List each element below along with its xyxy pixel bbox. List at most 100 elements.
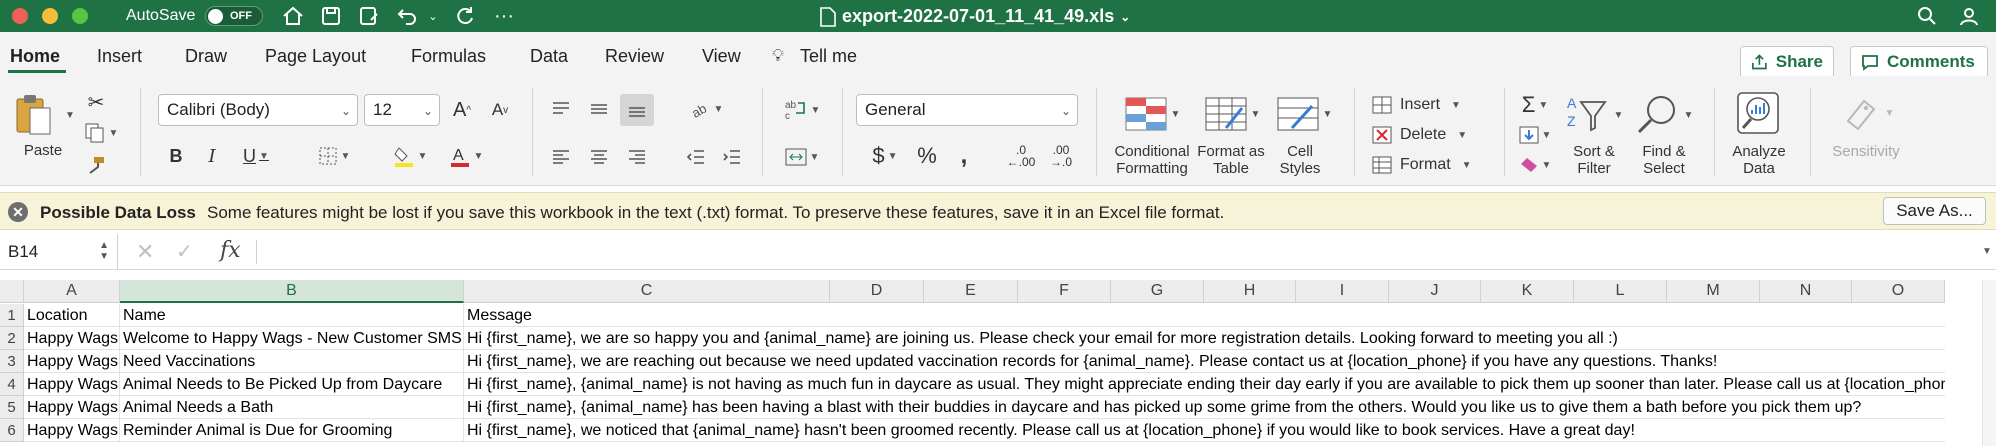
cell-name[interactable]: Animal Needs a Bath xyxy=(120,396,464,419)
zoom-window-button[interactable] xyxy=(72,8,88,24)
save-icon[interactable] xyxy=(318,4,344,28)
conditional-formatting-button[interactable]: ▼ xyxy=(1118,94,1186,134)
increase-indent-icon[interactable] xyxy=(718,144,746,170)
format-cells-button[interactable]: Format ▼ xyxy=(1372,152,1496,178)
paste-button[interactable] xyxy=(12,92,54,136)
cell-location[interactable]: Happy Wags xyxy=(24,396,120,419)
tab-home[interactable]: Home xyxy=(10,46,60,67)
clear-icon[interactable]: ▼ xyxy=(1512,152,1558,178)
decrease-font-size-icon[interactable]: Av xyxy=(486,96,514,124)
decrease-indent-icon[interactable] xyxy=(682,144,710,170)
select-all-corner[interactable] xyxy=(0,280,24,303)
cell-message[interactable]: Hi {first_name}, we are reaching out bec… xyxy=(464,350,1945,373)
cell-location[interactable]: Happy Wags xyxy=(24,327,120,350)
column-header-k[interactable]: K xyxy=(1481,280,1574,303)
cell-location[interactable]: Happy Wags xyxy=(24,373,120,396)
insert-function-icon[interactable]: fx xyxy=(220,238,241,263)
dismiss-warning-close-icon[interactable]: ✕ xyxy=(8,202,28,222)
increase-font-size-icon[interactable]: A ^ xyxy=(448,96,476,124)
font-color-icon[interactable]: A ▼ xyxy=(444,142,488,170)
tell-me[interactable]: Tell me xyxy=(800,46,857,67)
column-header-n[interactable]: N xyxy=(1760,280,1852,303)
align-right-icon[interactable] xyxy=(624,144,650,170)
row-header[interactable]: 3 xyxy=(0,350,24,373)
number-format-select[interactable]: General ⌄ xyxy=(856,94,1078,126)
cell-location[interactable]: Location xyxy=(24,304,120,327)
column-header-e[interactable]: E xyxy=(924,280,1018,303)
formula-input[interactable] xyxy=(266,242,1966,264)
copy-icon[interactable]: ▼ xyxy=(82,121,120,145)
tab-page-layout[interactable]: Page Layout xyxy=(265,46,366,67)
comments-button[interactable]: Comments xyxy=(1850,46,1988,78)
paste-chevron-down-icon[interactable]: ▼ xyxy=(65,110,75,121)
more-icon[interactable]: ··· xyxy=(492,4,516,28)
cell-location[interactable]: Happy Wags xyxy=(24,350,120,373)
column-header-l[interactable]: L xyxy=(1574,280,1667,303)
column-header-i[interactable]: I xyxy=(1296,280,1389,303)
expand-formula-bar-chevron-down-icon[interactable]: ▼ xyxy=(1982,246,1992,257)
column-header-o[interactable]: O xyxy=(1852,280,1945,303)
bold-icon[interactable]: B xyxy=(164,142,188,170)
align-middle-icon[interactable] xyxy=(586,96,612,122)
cell-message[interactable]: Hi {first_name}, {animal_name} has been … xyxy=(464,396,1945,419)
column-header-g[interactable]: G xyxy=(1111,280,1204,303)
account-icon[interactable] xyxy=(1956,4,1982,28)
save-as-button[interactable]: Save As... xyxy=(1883,197,1986,225)
column-header-m[interactable]: M xyxy=(1667,280,1760,303)
title-chevron-down-icon[interactable]: ⌄ xyxy=(1120,10,1130,24)
cell-name[interactable]: Welcome to Happy Wags - New Customer SMS xyxy=(120,327,464,350)
home-icon[interactable] xyxy=(280,4,306,28)
search-icon[interactable] xyxy=(1914,4,1940,28)
redo-icon[interactable] xyxy=(452,4,478,28)
decrease-decimal-icon[interactable]: .00 →.0 xyxy=(1044,142,1078,170)
merge-center-icon[interactable]: ▼ xyxy=(778,144,826,170)
undo-dropdown-chevron-down-icon[interactable]: ⌄ xyxy=(426,4,440,28)
row-header[interactable]: 1 xyxy=(0,304,24,327)
borders-icon[interactable]: ▼ xyxy=(312,142,356,170)
row-header[interactable]: 4 xyxy=(0,373,24,396)
percent-icon[interactable]: % xyxy=(912,142,942,170)
row-header[interactable]: 5 xyxy=(0,396,24,419)
cell-message[interactable]: Hi {first_name}, {animal_name} is not ha… xyxy=(464,373,1945,396)
column-header-b[interactable]: B xyxy=(120,280,464,303)
column-header-d[interactable]: D xyxy=(830,280,924,303)
autosave-toggle[interactable]: OFF xyxy=(205,6,263,26)
cell-name[interactable]: Reminder Animal is Due for Grooming xyxy=(120,419,464,442)
cell-styles-button[interactable]: ▼ xyxy=(1272,94,1336,134)
increase-decimal-icon[interactable]: .0 ←.00 xyxy=(1004,142,1038,170)
align-center-icon[interactable] xyxy=(586,144,612,170)
format-painter-icon[interactable] xyxy=(84,154,108,176)
column-header-h[interactable]: H xyxy=(1204,280,1296,303)
tab-view[interactable]: View xyxy=(702,46,741,67)
align-left-icon[interactable] xyxy=(548,144,574,170)
tab-formulas[interactable]: Formulas xyxy=(411,46,486,67)
column-header-c[interactable]: C xyxy=(464,280,830,303)
sort-filter-button[interactable]: A Z ▼ xyxy=(1562,92,1626,138)
delete-cells-button[interactable]: Delete ▼ xyxy=(1372,122,1496,148)
close-window-button[interactable] xyxy=(12,8,28,24)
font-name-select[interactable]: Calibri (Body) ⌄ xyxy=(158,94,358,126)
cell-name[interactable]: Animal Needs to Be Picked Up from Daycar… xyxy=(120,373,464,396)
wrap-text-icon[interactable]: ab c ▼ xyxy=(778,96,826,124)
cell-name[interactable]: Need Vaccinations xyxy=(120,350,464,373)
cell-message[interactable]: Hi {first_name}, we are so happy you and… xyxy=(464,327,1945,350)
font-size-select[interactable]: 12 ⌄ xyxy=(364,94,440,126)
comma-style-icon[interactable]: , xyxy=(952,142,976,170)
fill-icon[interactable]: ▼ xyxy=(1512,122,1558,148)
format-as-table-button[interactable]: ▼ xyxy=(1200,94,1264,134)
orientation-icon[interactable]: ab ▼ xyxy=(684,96,728,122)
row-header[interactable]: 2 xyxy=(0,327,24,350)
vertical-scrollbar[interactable] xyxy=(1982,280,1996,446)
save-as-icon[interactable] xyxy=(356,4,382,28)
cut-icon[interactable]: ✂ xyxy=(84,90,108,114)
cell-name[interactable]: Name xyxy=(120,304,464,327)
italic-icon[interactable]: I xyxy=(200,142,224,170)
tab-data[interactable]: Data xyxy=(530,46,568,67)
align-bottom-icon[interactable] xyxy=(620,94,654,126)
share-button[interactable]: Share xyxy=(1740,46,1834,78)
column-header-a[interactable]: A xyxy=(24,280,120,303)
fill-color-icon[interactable]: ▼ xyxy=(388,142,432,170)
minimize-window-button[interactable] xyxy=(42,8,58,24)
name-box[interactable]: B14 ▲ ▼ xyxy=(0,234,118,270)
name-box-stepper-icon[interactable]: ▲ ▼ xyxy=(99,240,109,262)
